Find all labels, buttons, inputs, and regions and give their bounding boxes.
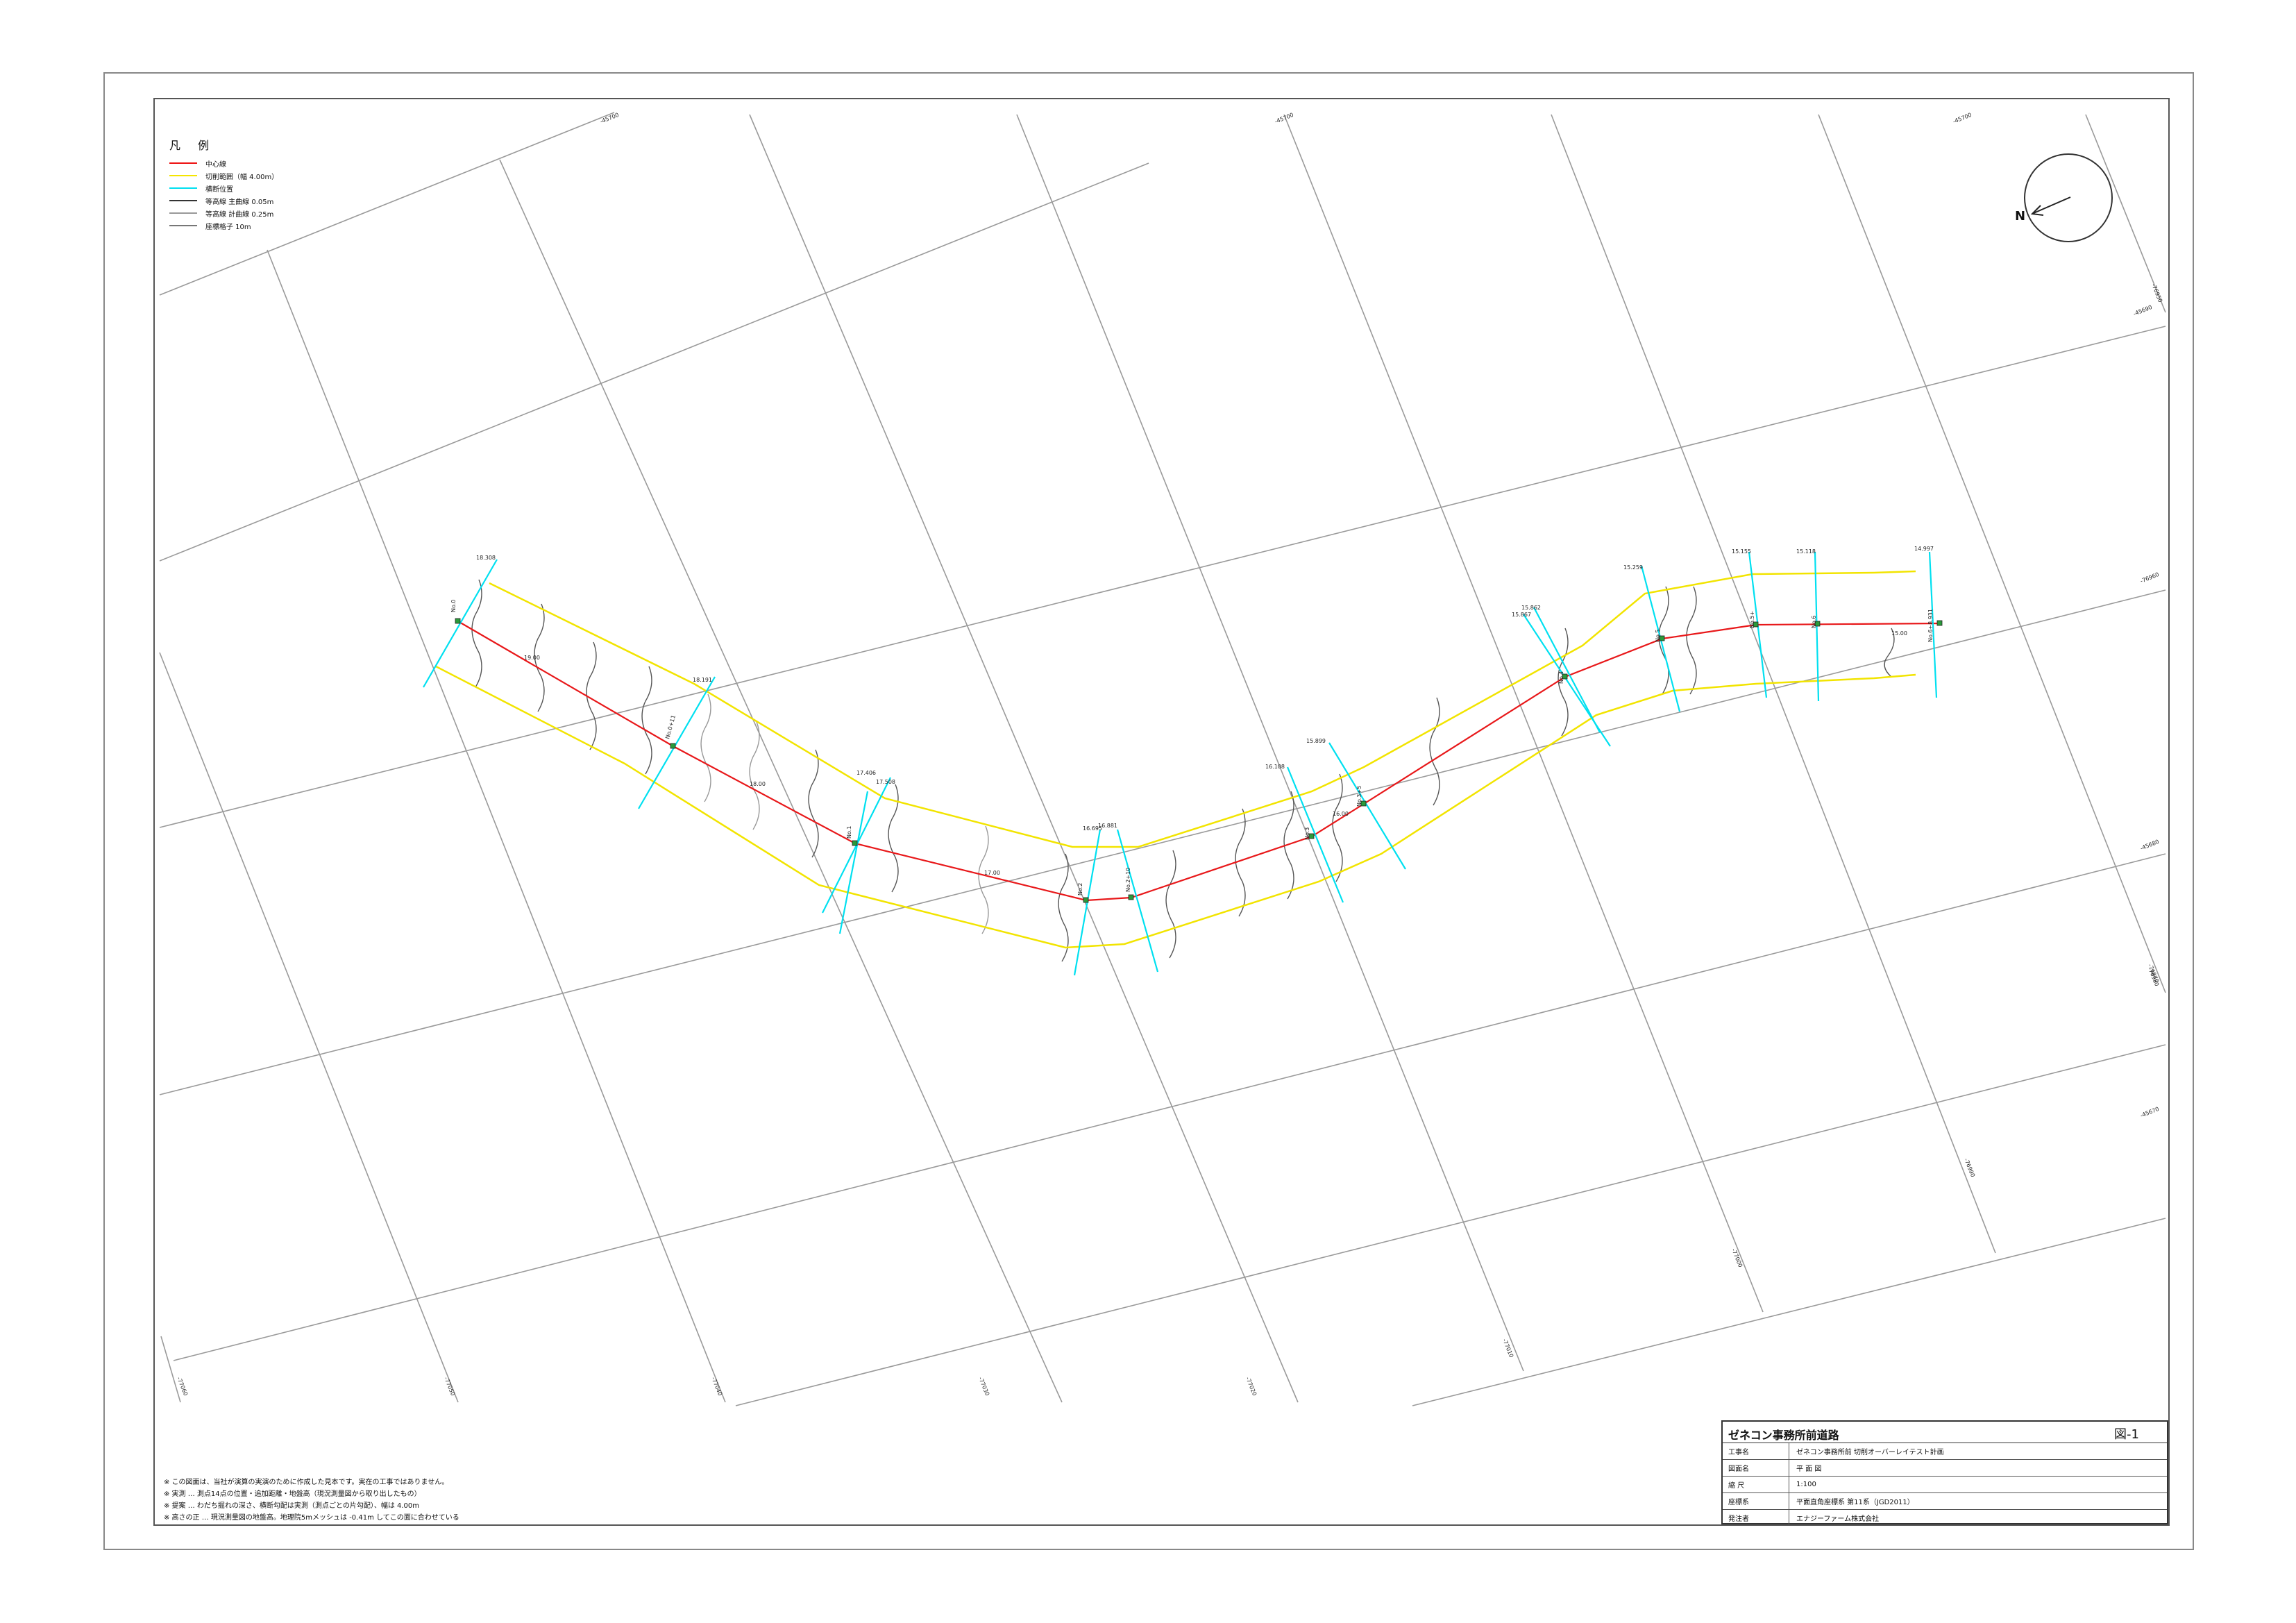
station-name-12: No.6 [1811,616,1817,628]
grid-label-bottom-2: -77050 [443,1376,456,1397]
legend-item-contour-main: 等高線 主曲線 0.05m [205,198,274,206]
grid-label-bottom-5: -77020 [1244,1376,1258,1397]
elev-label-3: 17.508 [876,779,895,785]
title-block-row: 縮 尺 1:100 [1723,1477,2167,1493]
elev-label-5: 16.881 [1098,823,1117,829]
grid-label-top-1: -45700 [599,112,620,125]
station-name-6: No.3 [1304,827,1310,840]
grid-label-top-2: -45700 [1274,112,1294,125]
note-4: ※ 高さの正 … 現況測量図の地盤高。地理院5mメッシュは -0.41m してこ… [164,1514,459,1522]
station-name-4: No.2 [1077,883,1083,895]
title-block: ゼネコン事務所前道路 図-1 工事名 ゼネコン事務所前 切削オーバーレイテスト計… [1721,1420,2168,1526]
elev-label-12: 15.118 [1796,548,1816,555]
station-name-2: No.1 [846,826,852,839]
project-title: ゼネコン事務所前道路 [1728,1429,1839,1442]
plan-drawing: -45700 -45700 -45700 -76950 -45690 -7696… [103,72,2194,1550]
row-key: 工事名 [1723,1443,1789,1459]
elev-label-2: 17.406 [856,770,876,776]
inner-frame [153,98,2170,1526]
station-name-0: No.0 [450,600,457,612]
note-1: ※ この図面は、当社が演算の実演のために作成した見本です。実在の工事ではありませ… [164,1479,449,1486]
station-name-7: No.3+5 [1356,786,1362,807]
cutting-range [435,570,1916,949]
legend-item-grid: 座標格子 10m [205,223,251,231]
legend-swatches [169,162,197,226]
contour-lines [471,579,1895,962]
note-2: ※ 実測 … 測点14点の位置・追加距離・地盤高（現況測量図から取り出したもの） [164,1490,421,1498]
row-key: 発注者 [1723,1510,1789,1526]
elev-label-7: 15.899 [1306,738,1326,744]
coordinate-grid [159,112,2166,1406]
station-name-8: No.4 [1558,671,1564,684]
grid-label-right-1: -76950 [2150,283,2163,303]
station-name-13: No.6+8.931 [1927,609,1934,642]
station-name-1: No.0+11 [664,714,677,739]
station-markers [455,618,1943,903]
title-block-row: 発注者 エナジーファーム株式会社 [1723,1510,2167,1526]
row-key: 縮 尺 [1723,1477,1789,1492]
centerline [457,621,1941,902]
span-label-4: 16.00 [1333,811,1349,817]
elev-label-6: 16.108 [1265,764,1285,770]
grid-label-bottom-4: -77030 [977,1376,990,1397]
row-value: エナジーファーム株式会社 [1796,1515,1880,1523]
span-label-5: 15.00 [1891,630,1907,637]
legend-item-centerline: 中心線 [205,160,226,169]
drawing-notes: ※ この図面は、当社が演算の実演のために作成した見本です。実在の工事ではありませ… [164,1477,459,1524]
span-label-3: 17.00 [984,870,1000,876]
legend-item-cross-section: 横断位置 [205,185,233,194]
station-name-10: No.5 [1655,630,1661,642]
grid-label-bottom-3: -77040 [710,1376,723,1397]
title-block-row: 図面名 平 面 図 [1723,1460,2167,1477]
title-block-header: ゼネコン事務所前道路 図-1 [1723,1422,2167,1443]
station-name-5: No.2+10 [1125,868,1131,892]
legend-item-cutting-range: 切削範囲（幅 4.00m） [205,173,279,181]
span-label-2: 18.00 [750,781,766,787]
row-key: 図面名 [1723,1460,1789,1476]
row-value: 平 面 図 [1796,1465,1822,1473]
legend-title: 凡 例 [169,139,217,152]
row-key: 座標系 [1723,1493,1789,1509]
span-label-1: 19.00 [524,655,540,661]
legend: 中心線 切削範囲（幅 4.00m） 横断位置 等高線 主曲線 0.05m 等高線… [205,157,278,232]
north-arrow-icon [2024,153,2113,242]
grid-label-bottom-6: -77010 [1501,1338,1514,1359]
grid-label-right-4: -45680 [2139,839,2160,852]
note-3: ※ 提案 … わだち掘れの深さ、横断勾配は実測（測点ごとの片勾配）、幅は 4.0… [164,1502,420,1510]
grid-label-right-2: -45690 [2132,304,2153,317]
row-value: ゼネコン事務所前 切削オーバーレイテスト計画 [1796,1449,1944,1456]
elev-label-0: 18.308 [476,555,496,561]
elev-label-1: 18.191 [693,677,712,683]
outer-frame [103,72,2194,1550]
station-name-11: No.5+ [1749,611,1755,628]
elev-label-11: 15.155 [1732,548,1751,555]
grid-label-top-3: -45700 [1952,112,1973,125]
row-value: 1:100 [1796,1481,1816,1488]
elev-label-9: 15.867 [1512,612,1531,618]
row-value: 平面直角座標系 第11系（JGD2011） [1796,1499,1914,1506]
grid-label-right-6: -45670 [2139,1106,2160,1119]
elev-label-10: 15.259 [1623,564,1643,571]
elev-label-13: 14.997 [1914,546,1934,552]
title-block-row: 工事名 ゼネコン事務所前 切削オーバーレイテスト計画 [1723,1443,2167,1460]
north-label: N [2015,209,2026,224]
title-block-row: 座標系 平面直角座標系 第11系（JGD2011） [1723,1493,2167,1510]
grid-label-right-3: -76960 [2139,571,2160,585]
elev-label-8: 15.862 [1521,605,1541,611]
legend-item-contour-index: 等高線 計曲線 0.25m [205,210,274,219]
drawing-number: 図-1 [2114,1427,2139,1442]
